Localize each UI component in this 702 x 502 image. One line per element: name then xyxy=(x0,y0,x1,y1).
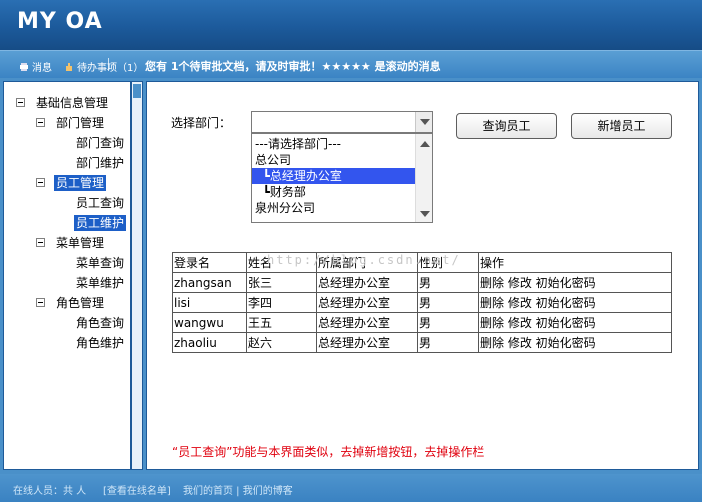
app-logo: MY OA xyxy=(17,9,103,34)
login-cell: lisi xyxy=(172,292,247,313)
dropdown-scrollbar[interactable] xyxy=(415,134,432,222)
printer-icon xyxy=(20,62,28,71)
add-employee-button[interactable]: 新增员工 xyxy=(571,113,672,139)
tree-node-emp-mgmt[interactable]: 员工管理 xyxy=(36,175,126,191)
gender-cell: 男 xyxy=(417,292,479,313)
sidebar-scrollbar[interactable] xyxy=(131,81,143,470)
main-panel: 选择部门： ---请选择部门--- 总公司 ┗总经理办公室 ┗财务部 泉州分公司… xyxy=(146,81,699,470)
column-header: 登录名 xyxy=(172,252,247,273)
app-header: MY OA xyxy=(0,0,702,50)
feature-note: “员工查询”功能与本界面类似，去掉新增按钮，去掉操作栏 xyxy=(172,445,485,459)
actions-cell[interactable]: 删除 修改 初始化密码 xyxy=(478,272,672,293)
name-cell: 张三 xyxy=(246,272,317,293)
dept-cell: 总经理办公室 xyxy=(316,332,418,353)
tree-node-basic-info[interactable]: 基础信息管理 xyxy=(16,95,126,111)
dept-select[interactable] xyxy=(251,111,433,133)
scroll-down-button[interactable] xyxy=(416,204,432,222)
login-cell: zhaoliu xyxy=(172,332,247,353)
dept-cell: 总经理办公室 xyxy=(316,272,418,293)
table-row: lisi 李四 总经理办公室 男 删除 修改 初始化密码 xyxy=(172,292,672,313)
dept-label: 选择部门： xyxy=(171,116,232,130)
chevron-down-icon xyxy=(420,211,430,217)
dept-option-selected[interactable]: ┗总经理办公室 xyxy=(252,168,415,184)
query-employee-button[interactable]: 查询员工 xyxy=(456,113,557,139)
messages-label: 消息 xyxy=(32,63,52,74)
name-cell: 李四 xyxy=(246,292,317,313)
gender-cell: 男 xyxy=(417,272,479,293)
online-count: 在线人员：共 人 xyxy=(13,486,87,497)
scrollbar-thumb[interactable] xyxy=(133,84,141,98)
chevron-down-icon xyxy=(420,119,430,125)
collapse-icon[interactable] xyxy=(36,178,45,187)
table-header-row: 登录名 姓名 所属部门 性别 操作 xyxy=(172,252,672,273)
content-frame: 基础信息管理 部门管理 部门查询 部门维护 员工管理 员工查询 员工维护 菜单管… xyxy=(0,78,702,474)
dept-dropdown-list[interactable]: ---请选择部门--- 总公司 ┗总经理办公室 ┗财务部 泉州分公司 xyxy=(251,133,433,223)
dept-option[interactable]: 泉州分公司 xyxy=(252,200,415,216)
dept-option[interactable]: ---请选择部门--- xyxy=(252,136,415,152)
employee-table: 登录名 姓名 所属部门 性别 操作 zhangsan 张三 总经理办公室 男 删… xyxy=(172,252,672,353)
hand-icon xyxy=(66,62,72,71)
dept-option[interactable]: 总公司 xyxy=(252,152,415,168)
collapse-icon[interactable] xyxy=(36,298,45,307)
gender-cell: 男 xyxy=(417,312,479,333)
notice-bar: 消息 待办事项（1） 您有 1个待审批文档，请及时审批！★★★★★ 是滚动的消息 xyxy=(0,50,702,78)
footer-links[interactable]: 我们的首页 | 我们的博客 xyxy=(183,482,293,497)
dept-cell: 总经理办公室 xyxy=(316,292,418,313)
todo-link[interactable]: 待办事项（1） xyxy=(64,59,143,74)
dropdown-arrow[interactable] xyxy=(415,112,432,132)
scroll-message: 您有 1个待审批文档，请及时审批！★★★★★ 是滚动的消息 xyxy=(145,60,441,73)
collapse-icon[interactable] xyxy=(36,238,45,247)
view-online-link[interactable]: [查看在线名单] xyxy=(103,482,171,497)
tree-node-menu-mgmt[interactable]: 菜单管理 xyxy=(36,235,126,251)
actions-cell[interactable]: 删除 修改 初始化密码 xyxy=(478,312,672,333)
gender-cell: 男 xyxy=(417,332,479,353)
column-header: 姓名 xyxy=(246,252,317,273)
dept-option[interactable]: ┗财务部 xyxy=(252,184,415,200)
scroll-up-button[interactable] xyxy=(416,134,432,152)
table-row: zhangsan 张三 总经理办公室 男 删除 修改 初始化密码 xyxy=(172,272,672,293)
collapse-icon[interactable] xyxy=(16,98,25,107)
chevron-up-icon xyxy=(420,141,430,147)
login-cell: wangwu xyxy=(172,312,247,333)
actions-cell[interactable]: 删除 修改 初始化密码 xyxy=(478,332,672,353)
collapse-icon[interactable] xyxy=(36,118,45,127)
todo-label: 待办事项（1） xyxy=(77,63,144,74)
status-footer: 在线人员：共 人 [查看在线名单] 我们的首页 | 我们的博客 xyxy=(0,474,702,502)
sidebar-tree: 基础信息管理 部门管理 部门查询 部门维护 员工管理 员工查询 员工维护 菜单管… xyxy=(3,81,131,470)
messages-link[interactable]: 消息 xyxy=(19,59,52,74)
column-header: 操作 xyxy=(478,252,672,273)
actions-cell[interactable]: 删除 修改 初始化密码 xyxy=(478,292,672,313)
table-row: wangwu 王五 总经理办公室 男 删除 修改 初始化密码 xyxy=(172,312,672,333)
column-header: 性别 xyxy=(417,252,479,273)
name-cell: 王五 xyxy=(246,312,317,333)
dept-cell: 总经理办公室 xyxy=(316,312,418,333)
tree-node-dept-mgmt[interactable]: 部门管理 xyxy=(36,115,126,131)
column-header: 所属部门 xyxy=(316,252,418,273)
name-cell: 赵六 xyxy=(246,332,317,353)
tree-node-role-mgmt[interactable]: 角色管理 xyxy=(36,295,126,311)
table-row: zhaoliu 赵六 总经理办公室 男 删除 修改 初始化密码 xyxy=(172,332,672,353)
login-cell: zhangsan xyxy=(172,272,247,293)
